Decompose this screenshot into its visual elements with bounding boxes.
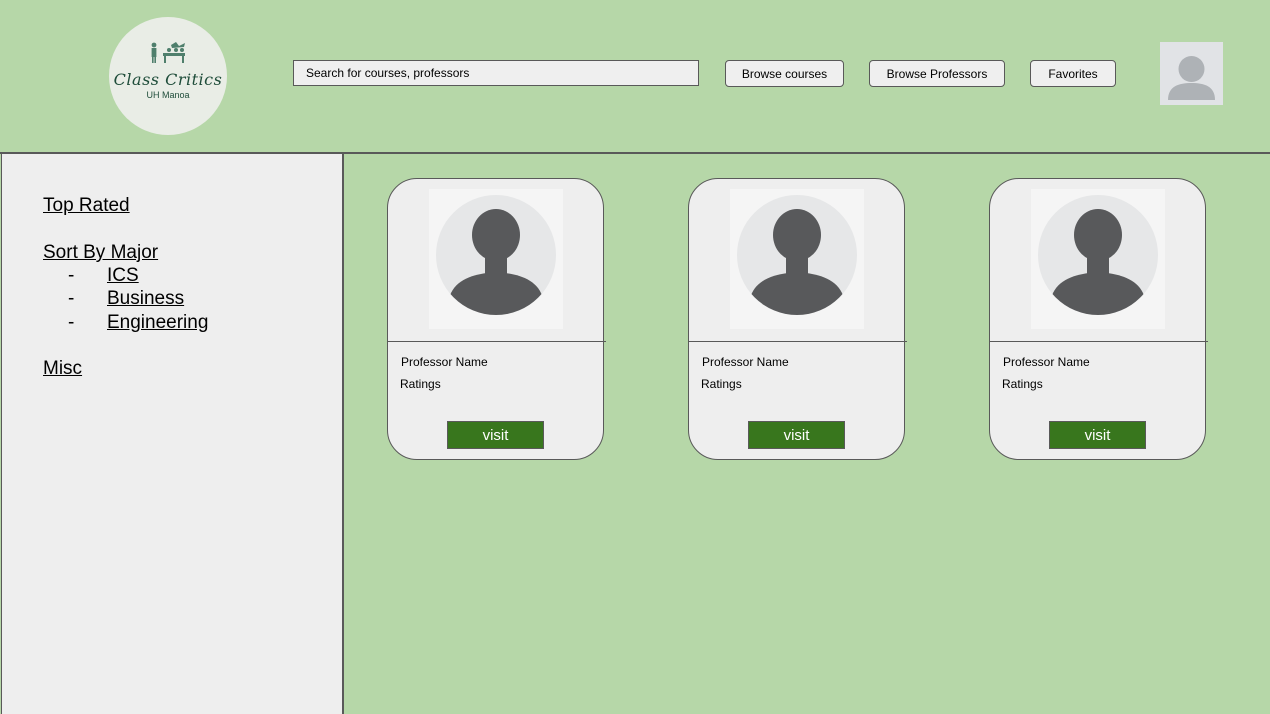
professor-name: Professor Name xyxy=(1003,355,1090,369)
professor-name: Professor Name xyxy=(702,355,789,369)
professor-card: Professor Name Ratings visit xyxy=(989,178,1208,460)
professor-photo xyxy=(730,189,864,329)
visit-button[interactable]: visit xyxy=(1049,421,1146,449)
sidebar-link-ics[interactable]: ICS xyxy=(107,265,139,287)
classroom-logo-icon xyxy=(151,42,185,63)
card-divider xyxy=(689,341,907,342)
browse-professors-button[interactable]: Browse Professors xyxy=(869,60,1005,87)
professor-card: Professor Name Ratings visit xyxy=(387,178,606,460)
professor-name: Professor Name xyxy=(401,355,488,369)
professor-photo xyxy=(1031,189,1165,329)
sidebar-link-top-rated[interactable]: Top Rated xyxy=(43,195,130,217)
person-silhouette-icon xyxy=(737,195,857,315)
browse-courses-button[interactable]: Browse courses xyxy=(725,60,844,87)
favorites-button[interactable]: Favorites xyxy=(1030,60,1116,87)
sidebar-link-engineering[interactable]: Engineering xyxy=(107,312,208,334)
site-logo[interactable]: Class Critics UH Manoa xyxy=(109,17,227,135)
sidebar-link-misc[interactable]: Misc xyxy=(43,358,82,380)
professor-ratings: Ratings xyxy=(701,377,742,391)
list-bullet: - xyxy=(68,312,75,333)
sidebar-link-sort-by-major[interactable]: Sort By Major xyxy=(43,242,158,264)
user-silhouette-icon xyxy=(1168,56,1215,100)
sidebar-link-business[interactable]: Business xyxy=(107,288,184,310)
sidebar: Top Rated Sort By Major - ICS - Business… xyxy=(1,154,344,714)
logo-subtitle: UH Manoa xyxy=(146,90,190,100)
person-silhouette-icon xyxy=(436,195,556,315)
user-avatar[interactable] xyxy=(1160,42,1223,105)
professor-photo xyxy=(429,189,563,329)
professor-card: Professor Name Ratings visit xyxy=(688,178,907,460)
card-divider xyxy=(990,341,1208,342)
list-bullet: - xyxy=(68,288,75,309)
logo-title: Class Critics xyxy=(113,70,223,89)
visit-button[interactable]: visit xyxy=(447,421,544,449)
visit-button[interactable]: visit xyxy=(748,421,845,449)
professor-ratings: Ratings xyxy=(400,377,441,391)
professor-ratings: Ratings xyxy=(1002,377,1043,391)
list-bullet: - xyxy=(68,265,75,286)
search-input[interactable] xyxy=(293,60,699,86)
person-silhouette-icon xyxy=(1038,195,1158,315)
header-bar: Class Critics UH Manoa Browse courses Br… xyxy=(0,0,1270,154)
card-divider xyxy=(388,341,606,342)
